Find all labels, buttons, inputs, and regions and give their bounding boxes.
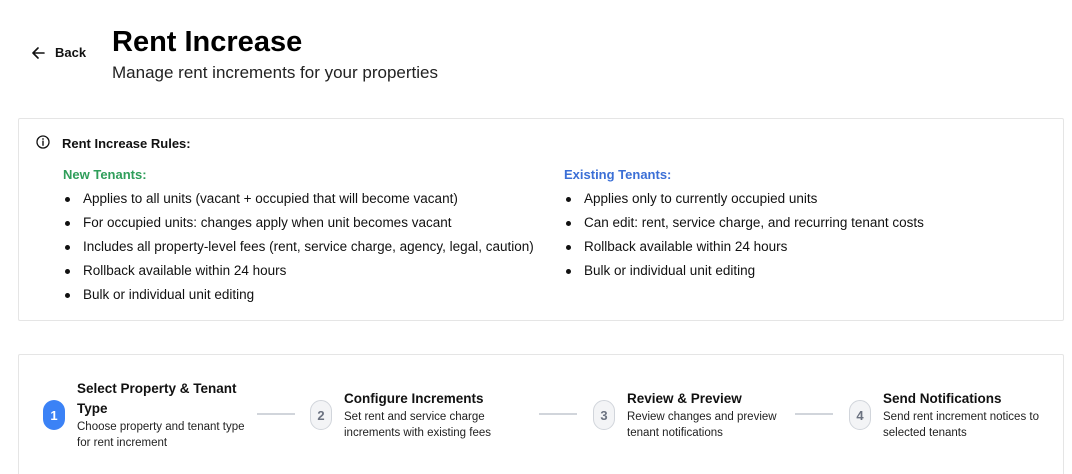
rent-increase-page: Back Rent Increase Manage rent increment… bbox=[0, 0, 1072, 474]
step-connector bbox=[539, 413, 577, 415]
step-1-description: Choose property and tenant type for rent… bbox=[77, 421, 245, 449]
step-3[interactable]: 3 Review & Preview Review changes and pr… bbox=[593, 389, 797, 441]
back-button[interactable]: Back bbox=[32, 45, 86, 60]
step-1[interactable]: 1 Select Property & Tenant Type Choose p… bbox=[43, 379, 252, 451]
page-subtitle: Manage rent increments for your properti… bbox=[112, 63, 438, 82]
step-3-description: Review changes and preview tenant notifi… bbox=[627, 411, 777, 439]
step-4-number: 4 bbox=[849, 400, 871, 430]
step-2-title: Configure Increments bbox=[344, 391, 484, 406]
step-connector bbox=[795, 413, 833, 415]
step-4-description: Send rent increment notices to selected … bbox=[883, 411, 1039, 439]
arrow-left-icon bbox=[32, 46, 45, 59]
list-item: Includes all property-level fees (rent, … bbox=[63, 235, 534, 259]
list-item: Applies only to currently occupied units bbox=[564, 187, 924, 211]
rules-header: Rent Increase Rules: bbox=[36, 135, 191, 152]
step-3-number: 3 bbox=[593, 400, 615, 430]
step-2-number: 2 bbox=[310, 400, 332, 430]
existing-tenants-heading: Existing Tenants: bbox=[564, 167, 672, 182]
existing-tenants-list: Applies only to currently occupied units… bbox=[564, 187, 924, 283]
new-tenants-list: Applies to all units (vacant + occupied … bbox=[63, 187, 534, 307]
step-4-title: Send Notifications bbox=[883, 391, 1002, 406]
list-item: Rollback available within 24 hours bbox=[63, 259, 534, 283]
list-item: For occupied units: changes apply when u… bbox=[63, 211, 534, 235]
step-3-title: Review & Preview bbox=[627, 391, 742, 406]
page-title: Rent Increase bbox=[112, 26, 303, 58]
step-2-description: Set rent and service charge increments w… bbox=[344, 411, 492, 439]
new-tenants-heading: New Tenants: bbox=[63, 167, 147, 182]
step-connector bbox=[257, 413, 295, 415]
list-item: Bulk or individual unit editing bbox=[564, 259, 924, 283]
rent-increase-rules-card: Rent Increase Rules: New Tenants: Applie… bbox=[18, 118, 1064, 321]
step-1-title: Select Property & Tenant Type bbox=[77, 381, 237, 416]
rules-heading: Rent Increase Rules: bbox=[62, 136, 191, 151]
progress-stepper: 1 Select Property & Tenant Type Choose p… bbox=[18, 354, 1064, 474]
info-circle-icon bbox=[36, 135, 50, 152]
list-item: Rollback available within 24 hours bbox=[564, 235, 924, 259]
list-item: Applies to all units (vacant + occupied … bbox=[63, 187, 534, 211]
list-item: Can edit: rent, service charge, and recu… bbox=[564, 211, 924, 235]
list-item: Bulk or individual unit editing bbox=[63, 283, 534, 307]
step-4[interactable]: 4 Send Notifications Send rent increment… bbox=[849, 389, 1048, 441]
new-tenants-rules: New Tenants: Applies to all units (vacan… bbox=[63, 166, 534, 307]
existing-tenants-rules: Existing Tenants: Applies only to curren… bbox=[564, 166, 924, 283]
back-label: Back bbox=[55, 45, 87, 60]
step-2[interactable]: 2 Configure Increments Set rent and serv… bbox=[310, 389, 514, 441]
step-1-number: 1 bbox=[43, 400, 65, 430]
